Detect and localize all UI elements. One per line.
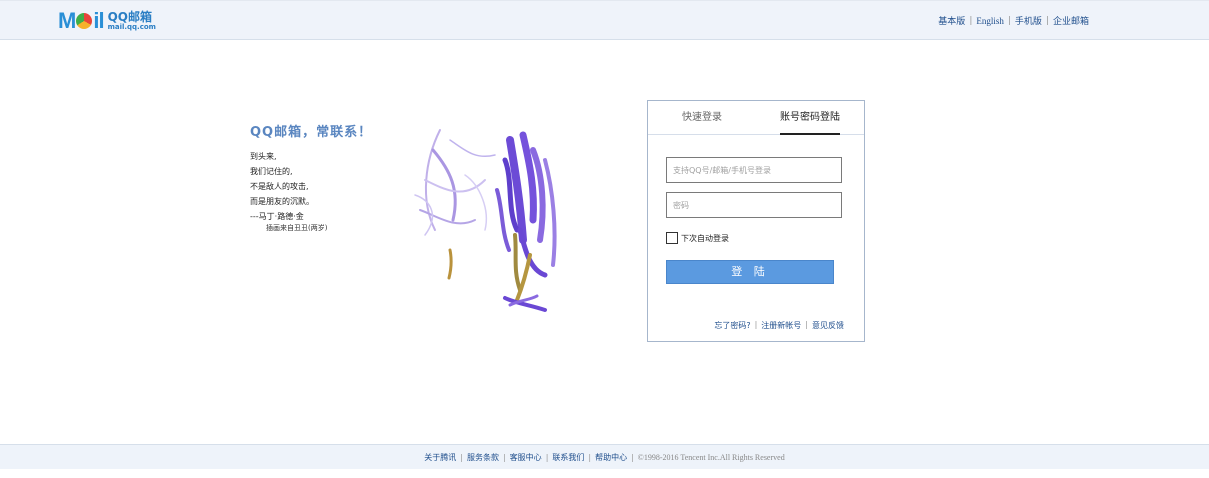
separator: | bbox=[588, 452, 592, 462]
remember-me-label: 下次自动登录 bbox=[681, 233, 729, 243]
tab-quick-login[interactable]: 快速登录 bbox=[648, 101, 756, 134]
separator: | bbox=[969, 15, 973, 26]
logo-cn-text: QQ邮箱 bbox=[107, 10, 152, 24]
intro-section: QQ邮箱，常联系！ 到头来, 我们记住的, 不是敌人的攻击, 而是朋友的沉默。 … bbox=[250, 121, 372, 233]
basic-version-link[interactable]: 基本版 bbox=[938, 14, 965, 27]
illustration-credit: 插画来自丑丑(两岁) bbox=[266, 224, 328, 232]
copyright: ©1998-2016 Tencent Inc.All Rights Reserv… bbox=[637, 452, 785, 462]
footer-contact-link[interactable]: 联系我们 bbox=[552, 452, 584, 463]
poem-line: 不是敌人的攻击, bbox=[250, 182, 309, 191]
child-drawing-illustration bbox=[414, 129, 557, 312]
separator: | bbox=[805, 320, 808, 329]
feedback-link[interactable]: 意见反馈 bbox=[812, 320, 844, 331]
footer-about-link[interactable]: 关于腾讯 bbox=[424, 452, 456, 463]
logo-wordmark: Mil bbox=[58, 8, 105, 33]
slogan: QQ邮箱，常联系！ bbox=[250, 125, 373, 140]
logo-url-text: mail.qq.com bbox=[107, 23, 156, 31]
logo-o-icon bbox=[76, 13, 93, 29]
username-input[interactable] bbox=[666, 157, 842, 183]
tab-label: 账号密码登陆 bbox=[780, 103, 840, 135]
remember-me[interactable]: 下次自动登录 bbox=[666, 232, 729, 244]
poem-line: 到头来, bbox=[250, 152, 277, 161]
remember-me-checkbox[interactable] bbox=[666, 232, 678, 244]
poem-line: 而是朋友的沉默。 bbox=[250, 197, 314, 206]
poem: 到头来, 我们记住的, 不是敌人的攻击, 而是朋友的沉默。 ---马丁·路德·金 bbox=[250, 149, 372, 224]
footer-help-link[interactable]: 帮助中心 bbox=[595, 452, 627, 463]
footer-terms-link[interactable]: 服务条款 bbox=[467, 452, 499, 463]
mobile-version-link[interactable]: 手机版 bbox=[1015, 14, 1042, 27]
login-tabs: 快速登录 账号密码登陆 bbox=[648, 101, 864, 135]
separator: | bbox=[631, 452, 634, 462]
footer: 关于腾讯 | 服务条款 | 客服中心 | 联系我们 | 帮助中心 | ©1998… bbox=[0, 444, 1209, 469]
forgot-password-link[interactable]: 忘了密码? bbox=[714, 320, 750, 331]
top-links: 基本版 | English | 手机版 | 企业邮箱 bbox=[938, 14, 1089, 28]
separator: | bbox=[754, 320, 758, 329]
tab-account-password-login[interactable]: 账号密码登陆 bbox=[756, 101, 864, 135]
login-panel-links: 忘了密码? | 注册新帐号 | 意见反馈 bbox=[714, 320, 844, 331]
qq-mail-logo[interactable]: Mil QQ邮箱 mail.qq.com bbox=[58, 9, 156, 33]
separator: | bbox=[545, 452, 549, 462]
top-bar: Mil QQ邮箱 mail.qq.com 基本版 | English | 手机版… bbox=[0, 0, 1209, 40]
separator: | bbox=[502, 452, 506, 462]
register-link[interactable]: 注册新帐号 bbox=[761, 320, 801, 331]
footer-support-link[interactable]: 客服中心 bbox=[510, 452, 542, 463]
english-link[interactable]: English bbox=[976, 16, 1004, 26]
separator: | bbox=[1007, 15, 1011, 26]
separator: | bbox=[1045, 15, 1049, 26]
password-input[interactable] bbox=[666, 192, 842, 218]
poem-line: 我们记住的, bbox=[250, 167, 293, 176]
separator: | bbox=[460, 452, 463, 462]
login-panel: 快速登录 账号密码登陆 下次自动登录 登 陆 忘了密码? | 注册新帐号 | 意… bbox=[647, 100, 865, 342]
enterprise-mail-link[interactable]: 企业邮箱 bbox=[1053, 14, 1089, 27]
poem-line: ---马丁·路德·金 bbox=[250, 212, 304, 221]
login-button[interactable]: 登 陆 bbox=[666, 260, 834, 284]
